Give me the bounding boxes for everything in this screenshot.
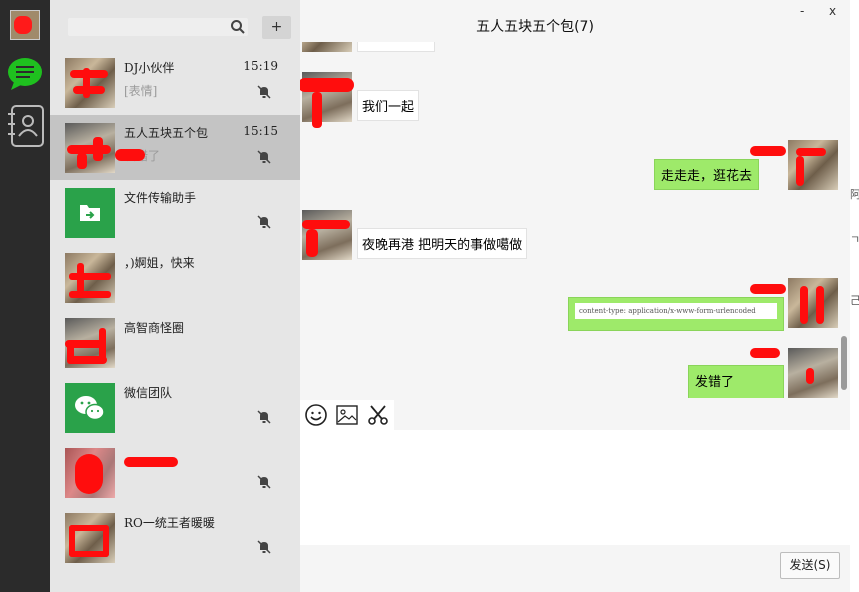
session-name: 五人五块五个包 — [124, 126, 209, 140]
avatar — [788, 140, 838, 190]
chat-icon[interactable] — [6, 56, 44, 92]
session-preview: [表情] — [124, 84, 158, 98]
mute-icon — [257, 475, 271, 489]
mute-icon — [257, 150, 271, 164]
avatar — [302, 210, 352, 260]
contacts-icon[interactable] — [7, 104, 45, 148]
session-name: RO一统王者暖暖 — [124, 516, 215, 530]
chat-panel: 五人五块五个包(7) - x 我们一起 走走走，逛花去 夜晚再港 把明天的事做噶… — [300, 0, 850, 592]
avatar — [65, 123, 115, 173]
search-box[interactable] — [68, 18, 248, 36]
wechat-team-avatar — [65, 383, 115, 433]
message-input[interactable] — [300, 430, 850, 545]
message-list: 我们一起 走走走，逛花去 夜晚再港 把明天的事做噶做 content-type:… — [300, 42, 850, 398]
session-item[interactable]: RO一统王者暖暖 — [50, 505, 300, 570]
message-bubble: 走走走，逛花去 — [654, 159, 760, 190]
session-item[interactable]: 高智商怪圈 — [50, 310, 300, 375]
avatar — [300, 72, 354, 128]
session-item[interactable] — [50, 440, 300, 505]
avatar — [788, 278, 838, 328]
mute-icon — [257, 540, 271, 554]
avatar — [302, 42, 352, 52]
avatar — [65, 253, 115, 303]
message-bubble-partial — [357, 42, 435, 52]
screenshot-scissors-icon[interactable] — [365, 403, 391, 427]
mute-icon — [257, 85, 271, 99]
message-scrollbar[interactable] — [841, 336, 847, 390]
session-item[interactable]: DJ小伙伴 15:19 [表情] — [50, 50, 300, 115]
mute-icon — [257, 410, 271, 424]
session-name: 高智商怪圈 — [124, 321, 185, 335]
mute-icon — [257, 215, 271, 229]
session-name: DJ小伙伴 — [124, 61, 175, 75]
wechat-logo-icon — [75, 396, 105, 421]
folder-icon — [80, 205, 100, 221]
avatar — [65, 513, 115, 563]
avatar — [65, 58, 115, 108]
session-name: 微信团队 — [124, 386, 173, 400]
session-name: 文件传输助手 — [124, 191, 197, 205]
session-item[interactable]: 微信团队 — [50, 375, 300, 440]
message-input-area[interactable] — [300, 430, 850, 545]
message-bubble: content-type: application/x-www-form-url… — [568, 297, 784, 331]
session-time: 15:15 — [243, 124, 278, 138]
session-item[interactable]: ，)婀姐，快来 — [50, 245, 300, 310]
session-item[interactable]: 文件传输助手 — [50, 180, 300, 245]
chat-title: 五人五块五个包(7) — [476, 19, 594, 35]
image-icon[interactable] — [334, 403, 360, 427]
search-icon[interactable] — [230, 19, 246, 35]
close-button[interactable]: x — [829, 4, 836, 18]
session-name: ，)婀姐，快来 — [124, 256, 195, 270]
message-text: content-type: application/x-www-form-url… — [575, 303, 777, 319]
input-toolbar — [300, 400, 394, 430]
message-bubble: 我们一起 — [357, 90, 420, 121]
my-avatar[interactable] — [10, 10, 40, 40]
avatar — [65, 318, 115, 368]
add-button[interactable]: + — [262, 16, 291, 39]
file-transfer-avatar — [65, 188, 115, 238]
message-bubble: 夜晚再港 把明天的事做噶做 — [357, 228, 528, 259]
background-window-edge: 阿 ㄱ 己 — [850, 0, 859, 592]
minimize-button[interactable]: - — [800, 4, 804, 18]
avatar — [788, 348, 838, 398]
session-item-active[interactable]: 五人五块五个包 15:15 发错了 — [50, 115, 300, 180]
send-button[interactable]: 发送(S) — [780, 552, 840, 579]
message-bubble: 发错了 — [688, 365, 784, 398]
search-input[interactable] — [72, 18, 222, 36]
emoji-icon[interactable] — [303, 403, 329, 427]
session-list: + DJ小伙伴 15:19 [表情] 五人五块五个包 15:15 发错了 文件传… — [50, 0, 300, 592]
avatar — [65, 448, 115, 498]
nav-bar — [0, 0, 50, 592]
session-time: 15:19 — [243, 59, 278, 73]
